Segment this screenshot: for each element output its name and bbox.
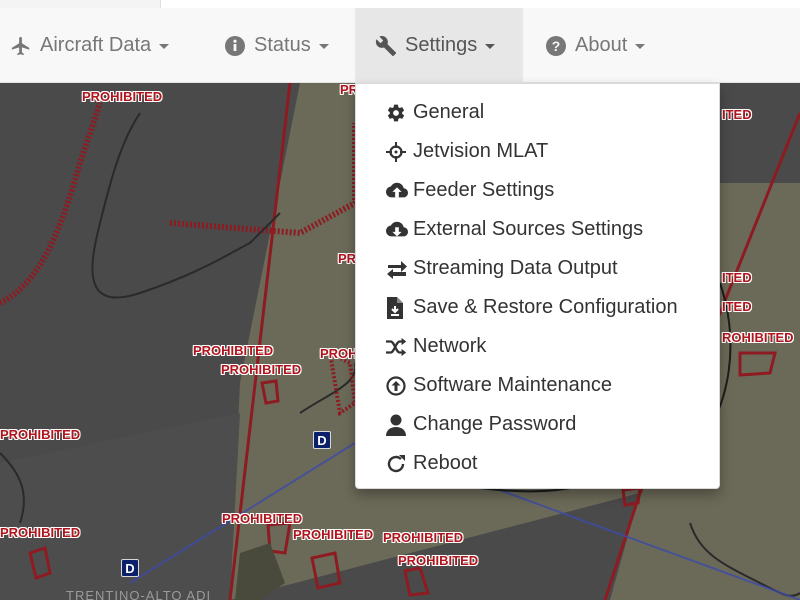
prohibited-label: PROHIBITED (383, 530, 464, 545)
prohibited-label-partial: PR (338, 251, 357, 266)
prohibited-label-partial: ITED (722, 270, 752, 285)
wrench-icon (375, 35, 397, 57)
menu-item-label: Jetvision MLAT (413, 140, 549, 162)
cloud-upload-icon (386, 180, 408, 202)
caret-down-icon (159, 44, 170, 49)
nav-label: Settings (405, 34, 478, 56)
crosshair-icon (386, 141, 408, 163)
menu-item-label: General (413, 101, 485, 123)
user-icon (386, 414, 408, 436)
caret-down-icon (485, 44, 496, 49)
nav-status[interactable]: Status (209, 8, 351, 83)
nav-settings[interactable]: Settings (355, 8, 523, 83)
nav-label: Aircraft Data (40, 34, 152, 56)
menu-item-external-sources-settings[interactable]: External Sources Settings (356, 210, 719, 249)
svg-text:?: ? (552, 38, 561, 54)
prohibited-label-partial: PROHIBITED (0, 427, 81, 442)
navbar: Aircraft Data Status Settings ? About (0, 8, 800, 83)
info-circle-icon (224, 35, 246, 57)
boundary-line (91, 112, 281, 299)
top-strip-field (160, 0, 800, 8)
nav-aircraft-data[interactable]: Aircraft Data (0, 8, 196, 83)
cloud-download-icon (386, 219, 408, 241)
menu-item-label: Change Password (413, 413, 577, 435)
prohibited-label-partial: ITED (722, 299, 752, 314)
prohibited-label: PROHIBITED (193, 343, 274, 358)
menu-item-streaming-data-output[interactable]: Streaming Data Output (356, 249, 719, 288)
airport-marker[interactable]: D (121, 559, 139, 577)
refresh-icon (386, 453, 408, 475)
prohibited-zone-outline (0, 102, 103, 306)
caret-down-icon (318, 44, 329, 49)
prohibited-label: PROHIBITED (221, 362, 302, 377)
menu-item-label: Software Maintenance (413, 374, 613, 396)
caret-down-icon (635, 44, 646, 49)
transfer-arrows-icon (386, 258, 408, 280)
gear-icon (386, 102, 408, 124)
prohibited-label-partial: ITED (722, 107, 752, 122)
menu-item-network[interactable]: Network (356, 327, 719, 366)
menu-item-label: Network (413, 335, 487, 357)
shuffle-icon (386, 336, 408, 358)
prohibited-area (403, 566, 430, 597)
airplane-icon (10, 35, 32, 57)
airport-marker[interactable]: D (313, 431, 331, 449)
prohibited-label: PROHIBITED (398, 553, 479, 568)
menu-item-label: Streaming Data Output (413, 257, 618, 279)
menu-item-software-maintenance[interactable]: Software Maintenance (356, 366, 719, 405)
settings-dropdown-menu: General Jetvision MLAT Feeder Settings E… (355, 83, 720, 489)
menu-item-feeder-settings[interactable]: Feeder Settings (356, 171, 719, 210)
menu-item-label: Feeder Settings (413, 179, 555, 201)
place-label: TRENTINO-ALTO ADI (66, 588, 212, 600)
nav-label: Status (254, 34, 311, 56)
menu-item-label: Reboot (413, 452, 478, 474)
prohibited-label: PROHIBITED (222, 511, 303, 526)
prohibited-label: PROHIBITED (0, 525, 81, 540)
menu-item-label: External Sources Settings (413, 218, 644, 240)
prohibited-label-partial: ROHIBITED (722, 330, 794, 345)
nav-about[interactable]: ? About (527, 8, 667, 83)
top-strip (0, 0, 800, 8)
menu-item-reboot[interactable]: Reboot (356, 444, 719, 483)
prohibited-label-partial: PROH (320, 346, 358, 361)
nav-label: About (575, 34, 628, 56)
question-circle-icon: ? (545, 35, 567, 57)
menu-item-change-password[interactable]: Change Password (356, 405, 719, 444)
circle-arrow-up-icon (386, 375, 408, 397)
menu-item-label: Save & Restore Configuration (413, 296, 678, 318)
menu-item-jetvision-mlat[interactable]: Jetvision MLAT (356, 132, 719, 171)
menu-item-general[interactable]: General (356, 93, 719, 132)
prohibited-label: PROHIBITED (82, 89, 163, 104)
file-import-icon (386, 296, 408, 319)
prohibited-label: PROHIBITED (293, 527, 374, 542)
menu-item-save-restore-configuration[interactable]: Save & Restore Configuration (356, 288, 719, 327)
